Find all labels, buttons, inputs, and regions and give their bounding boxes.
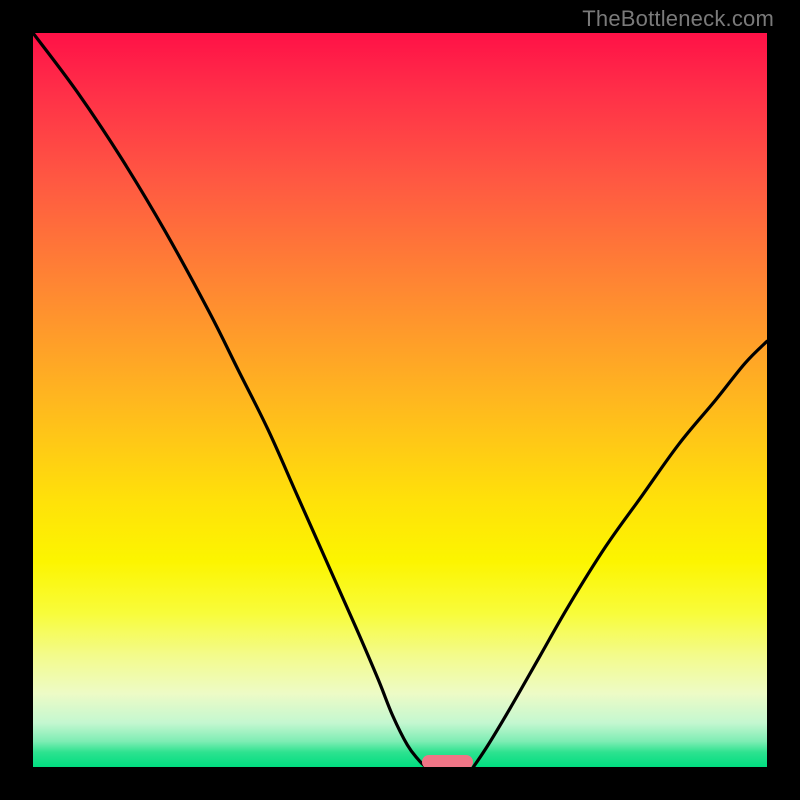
chart-stage: TheBottleneck.com bbox=[0, 0, 800, 800]
curve-right-path bbox=[473, 341, 767, 767]
bottleneck-curve bbox=[33, 33, 767, 767]
minimum-marker bbox=[422, 755, 473, 767]
watermark-text: TheBottleneck.com bbox=[582, 6, 774, 32]
plot-area bbox=[33, 33, 767, 767]
curve-left-path bbox=[33, 33, 426, 767]
